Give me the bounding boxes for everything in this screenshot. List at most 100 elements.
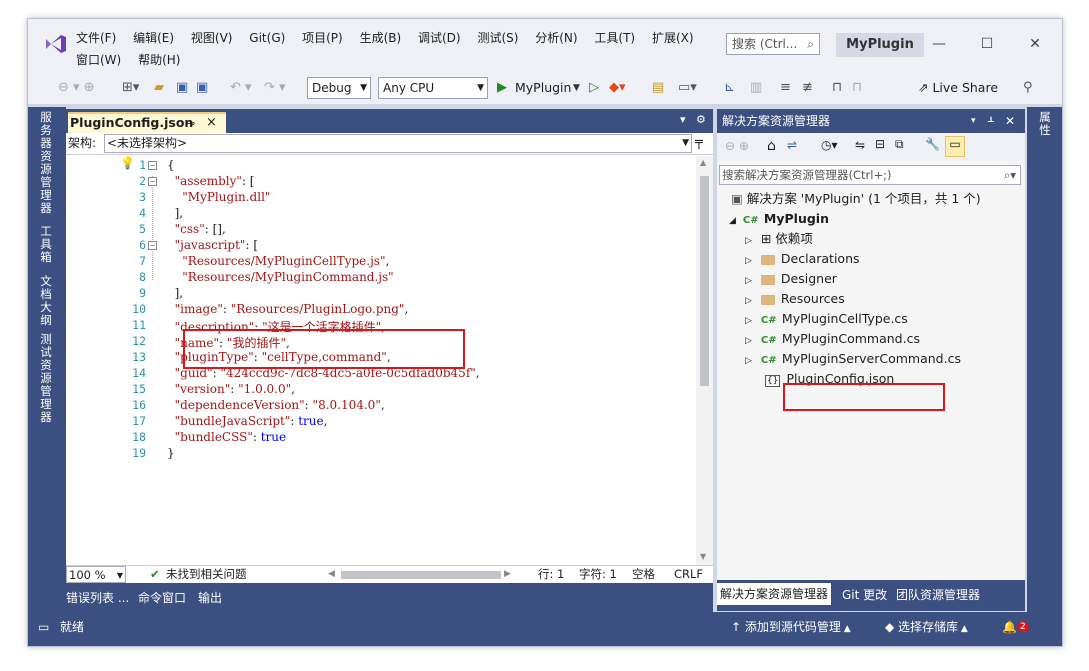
toolbar-tool-icon[interactable]: ▤ (652, 79, 664, 97)
spacing-indicator[interactable]: 空格 (632, 566, 655, 583)
undo-icon[interactable]: ↶ ▾ (230, 79, 252, 97)
menu-test[interactable]: 测试(S) (477, 29, 518, 47)
toolbar-disabled-icon[interactable]: ▥ (750, 79, 762, 97)
settings-icon[interactable]: ⚙ (696, 113, 706, 126)
hscroll-left-icon[interactable]: ◀ (328, 566, 335, 583)
start-without-debug-icon[interactable]: ▷ (589, 79, 599, 97)
configuration-dropdown[interactable]: Debug ▼ (307, 77, 371, 99)
feedback-icon[interactable]: ⚲ (1023, 79, 1033, 97)
error-list-tab[interactable]: 错误列表 ... (66, 589, 129, 606)
collapse-region-icon[interactable]: − (148, 241, 157, 250)
pending-changes-filter-icon[interactable]: ◷▾ (821, 138, 838, 152)
menu-analyze[interactable]: 分析(N) (535, 29, 577, 47)
scrollbar-thumb[interactable] (700, 176, 709, 386)
menu-file[interactable]: 文件(F) (76, 29, 116, 47)
vertical-scrollbar[interactable]: ▲ ▼ (696, 156, 713, 565)
pin-icon[interactable]: ⊸ (186, 115, 195, 132)
menu-help[interactable]: 帮助(H) (138, 51, 180, 69)
uncomment-icon[interactable]: ≢ (802, 79, 813, 97)
open-folder-icon[interactable]: ▰ (154, 79, 164, 97)
properties-tab[interactable]: 属性 (1037, 111, 1053, 137)
collapse-region-icon[interactable]: − (148, 161, 157, 170)
new-project-icon[interactable]: ⊞▾ (122, 79, 139, 97)
minimize-button[interactable]: — (924, 33, 954, 55)
run-target-chevron-icon[interactable]: ▼ (573, 79, 580, 97)
hscroll-right-icon[interactable]: ▶ (504, 566, 511, 583)
run-target-label[interactable]: MyPlugin (515, 79, 571, 97)
bookmark-next-icon[interactable]: ⊓ (852, 79, 862, 97)
solution-item[interactable]: ▷ C# MyPluginServerCommand.cs (745, 349, 961, 369)
scroll-up-icon[interactable]: ▲ (700, 158, 706, 167)
collapsed-arrow-icon[interactable]: ▷ (745, 276, 752, 286)
add-source-control-button[interactable]: ↑ 添加到源代码管理 ▲ (731, 612, 851, 644)
solution-search-input[interactable]: 搜索解决方案资源管理器(Ctrl+;) ⌕▾ (719, 165, 1021, 185)
document-outline-tab[interactable]: 文档大纲 (38, 275, 54, 327)
collapsed-arrow-icon[interactable]: ▷ (745, 336, 752, 346)
preview-selected-icon[interactable]: ▭ (945, 136, 965, 157)
toolbar-window-icon[interactable]: ▭▾ (678, 79, 697, 97)
tab-git-changes[interactable]: Git 更改 (839, 586, 890, 606)
menu-edit[interactable]: 编辑(E) (133, 29, 174, 47)
select-repo-button[interactable]: ◆ 选择存储库 ▲ (885, 612, 968, 644)
bookmark-icon[interactable]: ⊓ (832, 79, 842, 97)
show-all-files-icon[interactable]: ⧉ (895, 137, 904, 152)
panel-menu-icon[interactable]: ▾ (971, 109, 976, 133)
collapsed-arrow-icon[interactable]: ▷ (745, 296, 752, 306)
solution-item[interactable]: ▷ C# MyPluginCellType.cs (745, 309, 908, 329)
menu-debug[interactable]: 调试(D) (418, 29, 461, 47)
issues-label[interactable]: 未找到相关问题 (166, 566, 247, 583)
close-panel-icon[interactable]: ✕ (1005, 109, 1015, 133)
close-tab-icon[interactable]: × (206, 114, 217, 131)
toolbox-tab[interactable]: 工具箱 (38, 225, 54, 264)
split-editor-icon[interactable]: ╤ (695, 133, 703, 153)
test-explorer-tab[interactable]: 测试资源管理器 (38, 333, 54, 424)
platform-dropdown[interactable]: Any CPU ▼ (378, 77, 488, 99)
menu-build[interactable]: 生成(B) (360, 29, 402, 47)
document-tab[interactable]: PluginConfig.json ⊸ × (68, 112, 226, 133)
horizontal-scrollbar-thumb[interactable] (341, 571, 501, 579)
solution-item[interactable]: ▷ C# MyPluginCommand.cs (745, 329, 920, 349)
tab-solution-explorer[interactable]: 解决方案资源管理器 (717, 583, 832, 605)
eol-indicator[interactable]: CRLF (674, 566, 703, 583)
notifications-bell-icon[interactable]: 🔔 2 (1002, 612, 1029, 644)
close-button[interactable]: ✕ (1020, 33, 1050, 55)
back-icon[interactable]: ⊖ ▾ ⊕ (58, 79, 95, 97)
project-node[interactable]: ◢ C# MyPlugin (729, 209, 829, 229)
collapsed-arrow-icon[interactable]: ▷ (745, 236, 752, 246)
start-debug-icon[interactable]: ▶ (497, 79, 507, 97)
hot-reload-icon[interactable]: ◆▾ (609, 79, 626, 97)
schema-dropdown[interactable]: <未选择架构> ▼ (104, 134, 692, 153)
output-tab[interactable]: 输出 (198, 589, 222, 606)
step-icon[interactable]: ⊾ (724, 79, 735, 97)
properties-icon[interactable]: 🔧 (925, 137, 940, 151)
server-explorer-tab[interactable]: 服务器资源管理器 (38, 111, 54, 215)
sync-icon[interactable]: ⇋ (855, 138, 865, 152)
menu-extensions[interactable]: 扩展(X) (652, 29, 694, 47)
save-icon[interactable]: ▣ (176, 79, 188, 97)
solution-item[interactable]: ▷ Resources (745, 289, 845, 309)
comment-icon[interactable]: ≡ (780, 79, 791, 97)
collapsed-arrow-icon[interactable]: ▷ (745, 316, 752, 326)
auto-hide-pin-icon[interactable]: ᚆ (988, 109, 994, 133)
collapse-region-icon[interactable]: − (148, 177, 157, 186)
zoom-dropdown[interactable]: 100 % ▼ (66, 566, 126, 583)
tab-team-explorer[interactable]: 团队资源管理器 (893, 586, 983, 606)
collapse-all-icon[interactable]: ⊟ (875, 137, 885, 151)
solution-item[interactable]: ▷ Designer (745, 269, 837, 289)
redo-icon[interactable]: ↷ ▾ (264, 79, 286, 97)
switch-views-icon[interactable]: ⇌ (787, 138, 797, 152)
command-window-tab[interactable]: 命令窗口 (138, 589, 186, 606)
menu-view[interactable]: 视图(V) (191, 29, 233, 47)
menu-window[interactable]: 窗口(W) (76, 51, 121, 69)
solution-item[interactable]: ▷ Declarations (745, 249, 860, 269)
collapsed-arrow-icon[interactable]: ▷ (745, 256, 752, 266)
save-all-icon[interactable]: ▣ (196, 79, 208, 97)
collapsed-arrow-icon[interactable]: ▷ (745, 356, 752, 366)
menu-tools[interactable]: 工具(T) (594, 29, 635, 47)
solution-node[interactable]: ▣ 解决方案 'MyPlugin' (1 个项目，共 1 个) (731, 189, 981, 209)
home-icon[interactable]: ⌂ (767, 138, 776, 154)
menu-git[interactable]: Git(G) (249, 29, 285, 47)
back-icon[interactable]: ⊖ ⊕ (725, 139, 749, 153)
maximize-button[interactable]: ☐ (972, 33, 1002, 55)
solution-item[interactable]: ▷ ⊞ 依赖项 (745, 229, 813, 249)
